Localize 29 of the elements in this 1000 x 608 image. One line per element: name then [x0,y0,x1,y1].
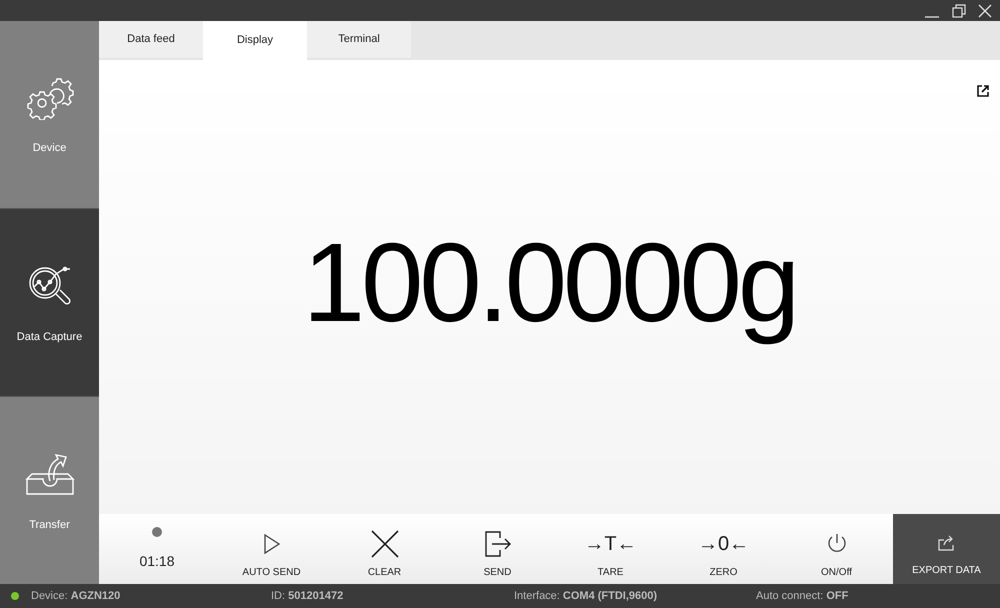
power-icon [826,533,846,555]
toolbar-button[interactable]: →T← TARE [554,514,667,584]
sidebar-item[interactable]: Device [0,21,99,208]
status-text: Interface: COM4 (FTDI,9600) [514,588,658,604]
sidebar-item[interactable]: Transfer [0,397,99,584]
tab[interactable]: Terminal [307,21,411,60]
weight-reading: 100.0000g [302,219,796,347]
close-icon [370,530,398,558]
play-icon [262,533,280,555]
tab[interactable]: Data feed [99,21,203,60]
toolbar-button[interactable]: SEND [441,514,554,584]
tab[interactable]: Display [203,21,307,60]
share-icon [938,535,956,551]
export-data-button[interactable]: EXPORT DATA [893,514,1000,584]
toolbar-button[interactable]: ON/Off [780,514,893,584]
status-text: Auto connect: OFF [756,588,848,604]
timer: 01:18 [139,552,175,570]
pop-out-icon[interactable] [977,85,989,97]
status-text: Device: AGZN120 [31,588,122,604]
exit-arrow-icon [484,530,512,558]
toolbar-button[interactable]: AUTO SEND [215,514,328,584]
glyph-icon: →T← [584,530,637,558]
close-icon[interactable] [978,4,992,18]
status-text: ID: 501201472 [271,588,344,604]
sidebar-item[interactable]: Data Capture [0,209,99,396]
restore-icon[interactable] [952,4,966,18]
glyph-icon: →0← [698,530,750,558]
toolbar-button[interactable]: CLEAR [328,514,441,584]
toolbar-button[interactable]: →0← ZERO [667,514,780,584]
